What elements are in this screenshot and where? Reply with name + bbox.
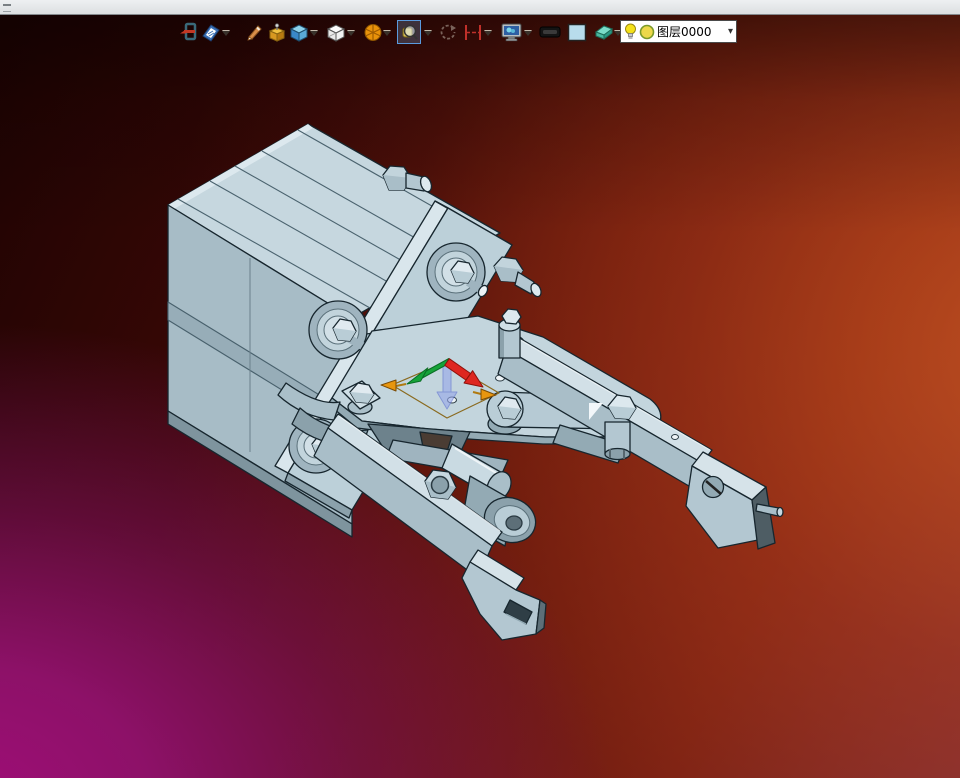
rotate-view-icon[interactable] [437, 21, 459, 43]
side-plug-lower[interactable] [493, 256, 543, 298]
dropdown-chevron[interactable] [347, 29, 356, 37]
dropdown-chevron[interactable] [310, 29, 319, 37]
pencil-icon[interactable] [243, 21, 265, 43]
layer-color-icon[interactable] [639, 24, 655, 40]
dropdown-chevron[interactable] [383, 29, 392, 37]
orange-sphere-icon[interactable] [362, 21, 384, 43]
wireframe-cube-icon[interactable] [325, 21, 347, 43]
lower-arm-nut[interactable] [424, 469, 457, 500]
line-weight-icon[interactable] [539, 21, 561, 43]
dropdown-chevron[interactable] [524, 29, 533, 37]
chevron-down-icon[interactable]: ▾ [728, 26, 733, 37]
exit-icon[interactable] [177, 21, 199, 43]
dropdown-chevron[interactable] [424, 29, 433, 37]
color-swatch-icon[interactable] [566, 21, 588, 43]
drawing-board-icon[interactable] [200, 21, 222, 43]
lower-jaw[interactable] [461, 549, 547, 641]
lightbulb-icon[interactable] [624, 23, 637, 40]
eraser-icon[interactable] [592, 21, 614, 43]
upper-jaw[interactable] [685, 451, 784, 550]
window-top-strip [0, 0, 960, 15]
layer-selector-value: 图层0000 [657, 25, 712, 39]
dropdown-chevron[interactable] [222, 29, 231, 37]
dropdown-chevron[interactable] [484, 29, 493, 37]
upper-pivot-post[interactable] [498, 308, 522, 359]
pinned-box-icon[interactable] [266, 21, 288, 43]
magnify-part-icon[interactable] [397, 20, 421, 44]
dimension-icon[interactable] [462, 21, 484, 43]
render-display-icon[interactable] [500, 21, 522, 43]
window-menu-mark[interactable] [3, 4, 11, 12]
cad-application-window: 图层0000 ▾ [0, 0, 960, 778]
model-viewport[interactable] [0, 0, 960, 778]
layer-selector[interactable]: 图层0000 ▾ [620, 20, 737, 43]
shaded-cube-icon[interactable] [288, 21, 310, 43]
